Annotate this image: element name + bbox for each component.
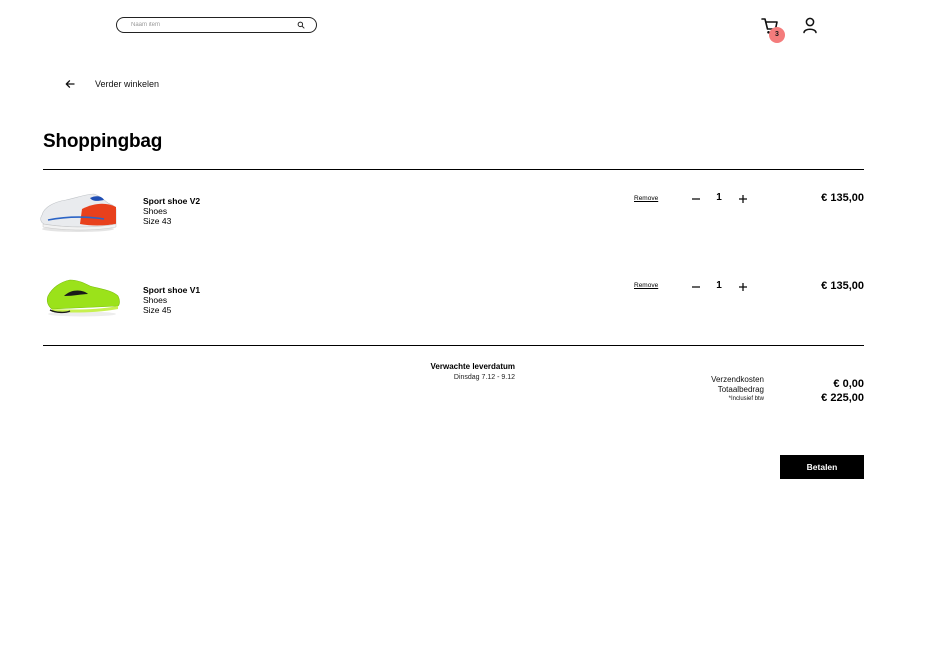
plus-icon[interactable] bbox=[737, 281, 749, 293]
divider-top bbox=[43, 169, 864, 170]
item-size: Size 45 bbox=[143, 305, 172, 315]
item-price: € 135,00 bbox=[821, 280, 864, 292]
cart-item: Sport shoe V1 Shoes Size 45 Remove 1 € 1… bbox=[38, 274, 868, 334]
continue-shopping-link[interactable]: Verder winkelen bbox=[64, 76, 159, 92]
product-image bbox=[40, 193, 117, 232]
vat-note: *Inclusief btw bbox=[728, 396, 764, 402]
continue-shopping-label: Verder winkelen bbox=[95, 79, 160, 89]
item-quantity: 1 bbox=[716, 192, 722, 203]
item-category: Shoes bbox=[143, 295, 168, 305]
minus-icon[interactable] bbox=[690, 281, 702, 293]
shipping-label: Verzendkosten bbox=[711, 375, 764, 384]
user-icon[interactable] bbox=[801, 16, 819, 34]
search-bar[interactable] bbox=[116, 17, 317, 33]
cart-item: Sport shoe V2 Shoes Size 43 Remove 1 € 1… bbox=[38, 185, 868, 245]
delivery-date: Dinsdag 7.12 - 9.12 bbox=[453, 374, 515, 381]
total-value: € 225,00 bbox=[821, 392, 864, 404]
divider-bottom bbox=[43, 345, 864, 346]
search-input[interactable] bbox=[131, 20, 291, 30]
item-name: Sport shoe V1 bbox=[143, 285, 201, 295]
item-size: Size 43 bbox=[143, 216, 172, 226]
remove-button[interactable]: Remove bbox=[634, 282, 658, 289]
minus-icon[interactable] bbox=[690, 193, 702, 205]
total-label: Totaalbedrag bbox=[717, 385, 764, 394]
item-price: € 135,00 bbox=[821, 192, 864, 204]
arrow-left-icon bbox=[65, 80, 75, 88]
plus-icon[interactable] bbox=[737, 193, 749, 205]
delivery-title: Verwachte leverdatum bbox=[430, 362, 515, 371]
shipping-value: € 0,00 bbox=[833, 378, 864, 390]
pay-button[interactable]: Betalen bbox=[780, 455, 864, 479]
search-icon[interactable] bbox=[297, 21, 305, 29]
item-category: Shoes bbox=[143, 206, 168, 216]
product-image bbox=[46, 279, 120, 317]
item-name: Sport shoe V2 bbox=[143, 196, 201, 206]
item-quantity: 1 bbox=[716, 280, 722, 291]
page-title: Shoppingbag bbox=[43, 131, 163, 152]
remove-button[interactable]: Remove bbox=[634, 195, 658, 202]
cart-count-badge: 3 bbox=[769, 27, 785, 43]
